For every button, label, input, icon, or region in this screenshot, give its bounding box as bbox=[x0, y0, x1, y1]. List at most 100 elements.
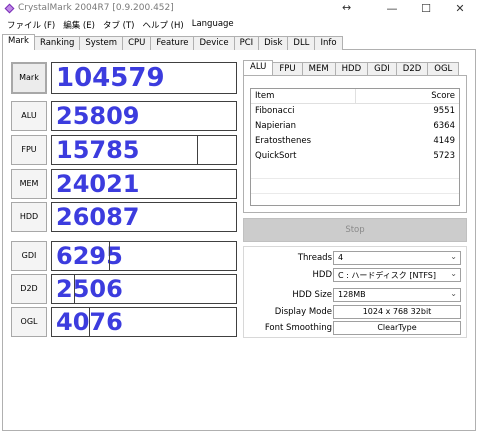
column-header-item[interactable]: Item bbox=[251, 89, 355, 103]
empty-row bbox=[251, 179, 459, 194]
hdd-score-box: 26087 bbox=[51, 202, 237, 232]
menu-bar: ファイル (F) 編集 (E) タブ (T) ヘルプ (H) Language bbox=[0, 18, 480, 33]
mark-score-box: 104579 bbox=[51, 62, 237, 94]
gdi-button[interactable]: GDI bbox=[11, 241, 47, 271]
mem-score-box: 24021 bbox=[51, 169, 237, 199]
gdi-score-box: 6295 bbox=[51, 241, 237, 271]
table-row[interactable]: Napierian 6364 bbox=[251, 119, 459, 134]
chevron-down-icon: ⌄ bbox=[450, 252, 457, 261]
font-smoothing-row: Font Smoothing ClearType bbox=[244, 321, 468, 336]
fpu-score-box: 15785 bbox=[51, 135, 237, 165]
settings-group: Threads 4 ⌄ HDD C : ハードディスク [NTFS] ⌄ HDD… bbox=[243, 246, 467, 338]
display-mode-label: Display Mode bbox=[274, 307, 332, 317]
empty-row bbox=[251, 194, 459, 209]
close-button[interactable]: ✕ bbox=[446, 2, 474, 16]
subtab-hdd[interactable]: HDD bbox=[334, 62, 369, 75]
hdd-size-label: HDD Size bbox=[292, 290, 332, 300]
hdd-size-row: HDD Size 128MB ⌄ bbox=[244, 288, 468, 303]
tab-device[interactable]: Device bbox=[193, 36, 235, 50]
column-divider bbox=[355, 89, 356, 104]
window-title: CrystalMark 2004R7 [0.9.200.452] bbox=[18, 3, 174, 13]
subtab-d2d[interactable]: D2D bbox=[395, 62, 429, 75]
subtab-mem[interactable]: MEM bbox=[301, 62, 336, 75]
alu-score-box: 25809 bbox=[51, 101, 237, 131]
tab-info[interactable]: Info bbox=[314, 36, 343, 50]
row-item: Eratosthenes bbox=[255, 136, 312, 146]
chevron-down-icon: ⌄ bbox=[450, 269, 457, 278]
threads-value: 4 bbox=[338, 253, 344, 262]
table-row[interactable]: Eratosthenes 4149 bbox=[251, 134, 459, 149]
title-bar: CrystalMark 2004R7 [0.9.200.452] ↔ — ☐ ✕ bbox=[0, 0, 480, 18]
row-score: 4149 bbox=[433, 136, 455, 146]
tab-dll[interactable]: DLL bbox=[287, 36, 316, 50]
fpu-score-bar-end bbox=[197, 136, 198, 164]
detail-tabs: ALU FPU MEM HDD GDI D2D OGL bbox=[243, 60, 460, 75]
ogl-score-box: 4076 bbox=[51, 307, 237, 337]
hdd-size-value: 128MB bbox=[338, 290, 366, 299]
row-score: 5723 bbox=[433, 151, 455, 161]
maximize-button[interactable]: ☐ bbox=[412, 2, 440, 16]
tab-feature[interactable]: Feature bbox=[150, 36, 195, 50]
gdi-score-value: 6295 bbox=[56, 242, 123, 270]
row-score: 9551 bbox=[433, 106, 455, 116]
stop-button[interactable]: Stop bbox=[243, 218, 467, 242]
hdd-label: HDD bbox=[312, 270, 332, 280]
fpu-button[interactable]: FPU bbox=[11, 135, 47, 165]
hdd-value: C : ハードディスク [NTFS] bbox=[338, 271, 437, 280]
gdi-score-bar-end bbox=[109, 242, 110, 270]
alu-button[interactable]: ALU bbox=[11, 101, 47, 131]
subtab-gdi[interactable]: GDI bbox=[367, 62, 397, 75]
resize-indicator-icon: ↔ bbox=[342, 1, 352, 14]
table-row[interactable]: QuickSort 5723 bbox=[251, 149, 459, 164]
minimize-button[interactable]: — bbox=[378, 2, 406, 16]
crystalmark-app-icon bbox=[4, 3, 15, 14]
d2d-score-box: 2506 bbox=[51, 274, 237, 304]
subtab-ogl[interactable]: OGL bbox=[427, 62, 460, 75]
alu-detail-panel: Item Score Fibonacci 9551 Napierian 6364… bbox=[243, 75, 467, 213]
tab-system[interactable]: System bbox=[79, 36, 124, 50]
mem-button[interactable]: MEM bbox=[11, 169, 47, 199]
mark-button[interactable]: Mark bbox=[11, 62, 47, 94]
hdd-score-value: 26087 bbox=[56, 203, 140, 231]
hdd-size-select[interactable]: 128MB ⌄ bbox=[333, 288, 461, 302]
mem-score-value: 24021 bbox=[56, 170, 140, 198]
row-item: Napierian bbox=[255, 121, 297, 131]
menu-edit[interactable]: 編集 (E) bbox=[59, 18, 99, 33]
threads-select[interactable]: 4 ⌄ bbox=[333, 251, 461, 265]
ogl-button[interactable]: OGL bbox=[11, 307, 47, 337]
subtab-alu[interactable]: ALU bbox=[243, 60, 274, 75]
tab-mark[interactable]: Mark bbox=[2, 34, 35, 50]
chevron-down-icon: ⌄ bbox=[450, 289, 457, 298]
d2d-score-bar-end bbox=[74, 275, 75, 303]
menu-tab[interactable]: タブ (T) bbox=[99, 18, 139, 33]
alu-score-value: 25809 bbox=[56, 102, 140, 130]
d2d-score-value: 2506 bbox=[56, 275, 123, 303]
row-item: Fibonacci bbox=[255, 106, 295, 116]
menu-file[interactable]: ファイル (F) bbox=[3, 18, 59, 33]
tab-pci[interactable]: PCI bbox=[233, 36, 260, 50]
font-smoothing-field: ClearType bbox=[333, 321, 461, 335]
display-mode-row: Display Mode 1024 x 768 32bit bbox=[244, 305, 468, 320]
d2d-button[interactable]: D2D bbox=[11, 274, 47, 304]
menu-help[interactable]: ヘルプ (H) bbox=[138, 18, 187, 33]
subtab-fpu[interactable]: FPU bbox=[272, 62, 303, 75]
list-header: Item Score bbox=[251, 89, 459, 104]
ogl-score-bar-end bbox=[89, 308, 90, 336]
tab-cpu[interactable]: CPU bbox=[122, 36, 152, 50]
column-header-score[interactable]: Score bbox=[355, 89, 459, 103]
menu-language[interactable]: Language bbox=[188, 18, 238, 33]
row-score: 6364 bbox=[433, 121, 455, 131]
main-tabs: Mark Ranking System CPU Feature Device P… bbox=[2, 34, 343, 50]
threads-row: Threads 4 ⌄ bbox=[244, 251, 468, 266]
fpu-score-value: 15785 bbox=[56, 136, 140, 164]
alu-score-list[interactable]: Item Score Fibonacci 9551 Napierian 6364… bbox=[250, 88, 460, 206]
empty-row bbox=[251, 164, 459, 179]
tab-ranking[interactable]: Ranking bbox=[33, 36, 81, 50]
hdd-button[interactable]: HDD bbox=[11, 202, 47, 232]
hdd-row: HDD C : ハードディスク [NTFS] ⌄ bbox=[244, 268, 468, 283]
display-mode-field: 1024 x 768 32bit bbox=[333, 305, 461, 319]
row-item: QuickSort bbox=[255, 151, 297, 161]
table-row[interactable]: Fibonacci 9551 bbox=[251, 104, 459, 119]
tab-disk[interactable]: Disk bbox=[258, 36, 289, 50]
hdd-select[interactable]: C : ハードディスク [NTFS] ⌄ bbox=[333, 268, 461, 282]
